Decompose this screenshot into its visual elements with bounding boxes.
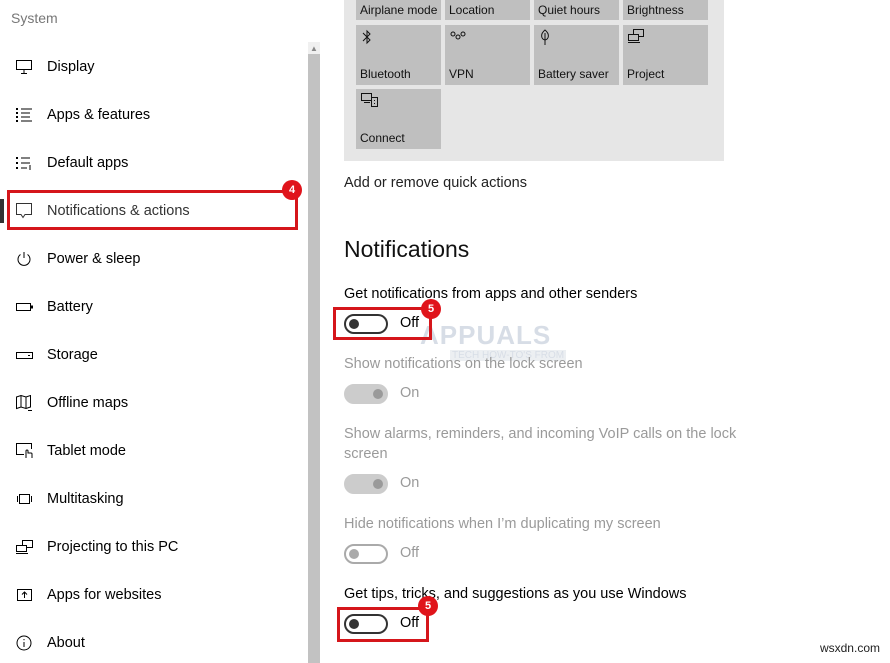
quick-actions-panel: Airplane mode Location Quiet hours Brigh…: [344, 0, 724, 161]
sidebar-item-label: Display: [47, 59, 95, 75]
sidebar-item-multitasking[interactable]: Multitasking: [0, 479, 300, 519]
quick-action-label: Location: [449, 3, 495, 17]
sidebar-item-offline-maps[interactable]: Offline maps: [0, 383, 300, 423]
vpn-icon: [450, 29, 466, 45]
sidebar-item-power-sleep[interactable]: Power & sleep: [0, 239, 300, 279]
annotation-highlight-box: [7, 190, 298, 230]
scroll-up-arrow-icon[interactable]: ▲: [308, 42, 320, 54]
sidebar-item-label: Battery: [47, 299, 93, 315]
sidebar-item-label: Default apps: [47, 155, 129, 171]
sidebar-item-label: Projecting to this PC: [47, 539, 179, 555]
tablet-touch-icon: [15, 442, 33, 460]
add-remove-quick-actions-link[interactable]: Add or remove quick actions: [344, 175, 527, 191]
annotation-step-badge: 5: [418, 596, 438, 616]
quick-action-quiet-hours[interactable]: Quiet hours: [534, 0, 619, 20]
quick-action-label: Connect: [360, 131, 405, 145]
toggle-knob: [349, 549, 359, 559]
quick-action-project[interactable]: Project: [623, 25, 708, 85]
scrollbar-thumb[interactable]: [308, 54, 320, 663]
quick-action-bluetooth[interactable]: Bluetooth: [356, 25, 441, 85]
quick-action-label: Battery saver: [538, 67, 609, 81]
monitor-icon: [15, 58, 33, 76]
sidebar-item-label: Power & sleep: [47, 251, 141, 267]
map-download-icon: [15, 394, 33, 412]
toggle-knob: [373, 479, 383, 489]
watermark-logo-text: APPUALS: [420, 320, 552, 350]
quick-action-label: Brightness: [627, 3, 684, 17]
sidebar-item-label: About: [47, 635, 85, 651]
toggle-state-label: On: [400, 385, 420, 401]
setting-hide-duplicating-label: Hide notifications when I’m duplicating …: [344, 516, 661, 532]
bluetooth-icon: [361, 29, 377, 45]
quick-action-label: Airplane mode: [360, 3, 438, 17]
sidebar-item-default-apps[interactable]: Default apps: [0, 143, 300, 183]
annotation-step-badge: 4: [282, 180, 302, 200]
quick-action-location[interactable]: Location: [445, 0, 530, 20]
storage-drive-icon: [15, 346, 33, 364]
default-apps-icon: [15, 154, 33, 172]
alarms-voip-toggle: [344, 474, 388, 494]
quick-action-airplane-mode[interactable]: Airplane mode: [356, 0, 441, 20]
sidebar-item-label: Tablet mode: [47, 443, 126, 459]
multitasking-icon: [15, 490, 33, 508]
power-icon: [15, 250, 33, 268]
quick-action-battery-saver[interactable]: Battery saver: [534, 25, 619, 85]
quick-action-vpn[interactable]: VPN: [445, 25, 530, 85]
lock-screen-toggle: [344, 384, 388, 404]
annotation-step-badge: 5: [421, 299, 441, 319]
app-website-icon: [15, 586, 33, 604]
toggle-state-label: On: [400, 475, 420, 491]
sidebar-item-label: Storage: [47, 347, 98, 363]
quick-action-label: Bluetooth: [360, 67, 411, 81]
sidebar-item-label: Offline maps: [47, 395, 129, 411]
project-icon: [628, 29, 644, 45]
setting-tips-tricks-label: Get tips, tricks, and suggestions as you…: [344, 586, 687, 602]
sidebar-title: System: [11, 10, 58, 26]
projecting-icon: [15, 538, 33, 556]
annotation-highlight-box: [333, 307, 432, 340]
battery-saver-leaf-icon: [539, 29, 555, 45]
sidebar-item-label: Apps & features: [47, 107, 151, 123]
annotation-highlight-box: [337, 607, 429, 642]
sidebar-item-apps-features[interactable]: Apps & features: [0, 95, 300, 135]
battery-icon: [15, 298, 33, 316]
quick-action-label: VPN: [449, 67, 474, 81]
sidebar: System Display Apps & features Default a…: [0, 0, 308, 663]
sidebar-item-battery[interactable]: Battery: [0, 287, 300, 327]
sidebar-item-tablet-mode[interactable]: Tablet mode: [0, 431, 300, 471]
sidebar-item-about[interactable]: About: [0, 623, 300, 663]
toggle-state-label: Off: [400, 545, 420, 561]
info-icon: [15, 634, 33, 652]
setting-lock-screen-label: Show notifications on the lock screen: [344, 356, 583, 372]
sidebar-item-storage[interactable]: Storage: [0, 335, 300, 375]
sidebar-item-label: Apps for websites: [47, 587, 162, 603]
site-watermark: wsxdn.com: [819, 641, 880, 655]
toggle-knob: [373, 389, 383, 399]
setting-alarms-voip-label: Show alarms, reminders, and incoming VoI…: [344, 426, 737, 462]
notifications-heading: Notifications: [344, 236, 470, 262]
sidebar-item-display[interactable]: Display: [0, 47, 300, 87]
sidebar-item-apps-for-websites[interactable]: Apps for websites: [0, 575, 300, 615]
hide-duplicating-toggle: [344, 544, 388, 564]
quick-action-connect[interactable]: Connect: [356, 89, 441, 149]
quick-action-label: Project: [627, 67, 665, 81]
sidebar-item-projecting[interactable]: Projecting to this PC: [0, 527, 300, 567]
list-icon: [15, 106, 33, 124]
quick-action-label: Quiet hours: [538, 3, 601, 17]
quick-action-brightness[interactable]: Brightness: [623, 0, 708, 20]
connect-icon: [361, 93, 378, 109]
setting-get-notifications-label: Get notifications from apps and other se…: [344, 286, 638, 302]
sidebar-item-label: Multitasking: [47, 491, 124, 507]
